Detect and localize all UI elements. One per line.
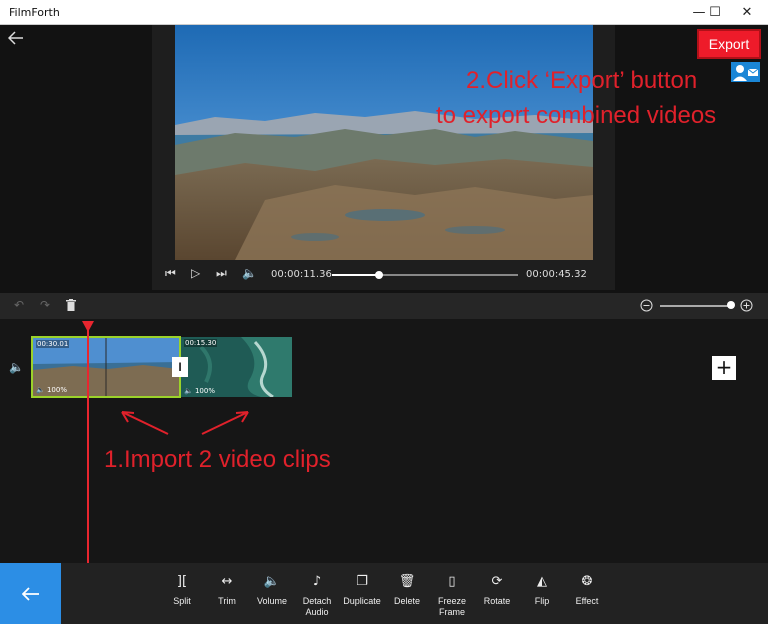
total-time: 00:00:45.32 <box>526 269 587 280</box>
skip-back-icon[interactable]: ⏮ <box>165 266 176 281</box>
annotation-step2-line2: to export combined videos <box>436 102 717 129</box>
tool-label: Trim <box>218 596 236 606</box>
detach-audio-icon: ♪ <box>312 574 322 589</box>
volume-button[interactable]: 🔈 Volume <box>250 574 294 607</box>
flip-button[interactable]: ◭ Flip <box>520 574 564 607</box>
annotation-step2-line1: 2.Click ‘Export’ button <box>466 67 698 94</box>
tool-label: Freeze Frame <box>437 596 466 617</box>
scrub-handle[interactable] <box>374 271 383 279</box>
freeze-frame-icon: ▯ <box>448 574 456 589</box>
title-bar: FilmForth — ☐ ✕ <box>0 0 768 25</box>
nav-back-button[interactable] <box>0 563 61 624</box>
clip-1-volume: 🔈 100% <box>36 386 67 394</box>
video-preview[interactable] <box>175 25 593 260</box>
split-button[interactable]: ][ Split <box>160 574 204 607</box>
play-icon[interactable]: ▷ <box>191 266 200 280</box>
tool-label: Effect <box>575 596 599 606</box>
freeze-frame-button[interactable]: ▯ Freeze Frame <box>430 574 474 618</box>
zoom-handle[interactable] <box>727 301 735 309</box>
add-clip-button[interactable]: + <box>712 356 736 380</box>
tool-label: Flip <box>534 596 550 606</box>
arrow-left-icon <box>21 586 39 601</box>
bottom-toolbar <box>0 563 768 624</box>
export-button[interactable]: Export <box>697 29 761 59</box>
zoom-slider[interactable] <box>660 305 730 307</box>
current-time: 00:00:11.36 <box>271 269 332 280</box>
playhead[interactable] <box>87 327 89 563</box>
scrub-fill <box>332 274 379 276</box>
clip-2-duration: 00:15.30 <box>184 339 218 347</box>
rotate-icon: ⟳ <box>491 574 503 589</box>
edit-bar: ↶ ↷ <box>0 293 768 319</box>
delete-button[interactable]: 🗑 Delete <box>385 574 429 607</box>
zoom-in-icon[interactable] <box>740 299 753 312</box>
duplicate-button[interactable]: ❐ Duplicate <box>340 574 384 607</box>
duplicate-icon: ❐ <box>356 574 368 589</box>
volume-icon[interactable]: 🔈 <box>242 266 257 280</box>
clip-2[interactable]: 00:15.30 🔈 100% <box>181 337 292 397</box>
account-mail-icon[interactable] <box>731 62 760 82</box>
trim-button[interactable]: ↔ Trim <box>205 574 249 607</box>
effect-button[interactable]: ❂ Effect <box>565 574 609 607</box>
transition-handle[interactable]: I <box>172 357 188 377</box>
volume-icon: 🔈 <box>263 574 281 589</box>
track-volume-icon[interactable]: 🔈 <box>9 360 24 374</box>
delete-icon: 🗑 <box>398 574 416 589</box>
clip-2-volume: 🔈 100% <box>184 387 215 395</box>
app-title: FilmForth <box>9 6 60 19</box>
effect-icon: ❂ <box>581 574 593 589</box>
annotation-step1: 1.Import 2 video clips <box>104 446 331 473</box>
maximize-button[interactable]: ☐ <box>700 0 730 25</box>
tool-label: Rotate <box>483 596 511 606</box>
rotate-button[interactable]: ⟳ Rotate <box>475 574 519 607</box>
undo-icon[interactable]: ↶ <box>14 298 24 312</box>
split-icon: ][ <box>176 574 188 589</box>
landscape-image <box>175 25 593 260</box>
tool-label: Delete <box>393 596 420 606</box>
annotation-arrows <box>121 411 249 435</box>
zoom-out-icon[interactable] <box>640 299 653 312</box>
tool-label: Duplicate <box>343 596 381 606</box>
trim-icon: ↔ <box>221 574 233 589</box>
skip-forward-icon[interactable]: ⏭ <box>216 266 227 281</box>
tool-label: Volume <box>256 596 288 606</box>
trash-icon[interactable] <box>66 299 76 311</box>
clip-1[interactable]: 00:30.01 🔈 100% <box>31 336 181 398</box>
flip-icon: ◭ <box>537 574 547 589</box>
playback-controls: ⏮ ▷ ⏭ 🔈 00:00:11.36 00:00:45.32 <box>152 262 615 288</box>
close-button[interactable]: ✕ <box>732 0 762 25</box>
clip-1-duration: 00:30.01 <box>36 340 70 348</box>
detach-audio-button[interactable]: ♪ Detach Audio <box>295 574 339 618</box>
scrub-bar[interactable] <box>332 271 518 279</box>
tool-label: Split <box>173 596 191 606</box>
redo-icon[interactable]: ↷ <box>40 298 50 312</box>
arrow-left-icon[interactable] <box>8 31 24 45</box>
tool-label: Detach Audio <box>302 596 332 617</box>
